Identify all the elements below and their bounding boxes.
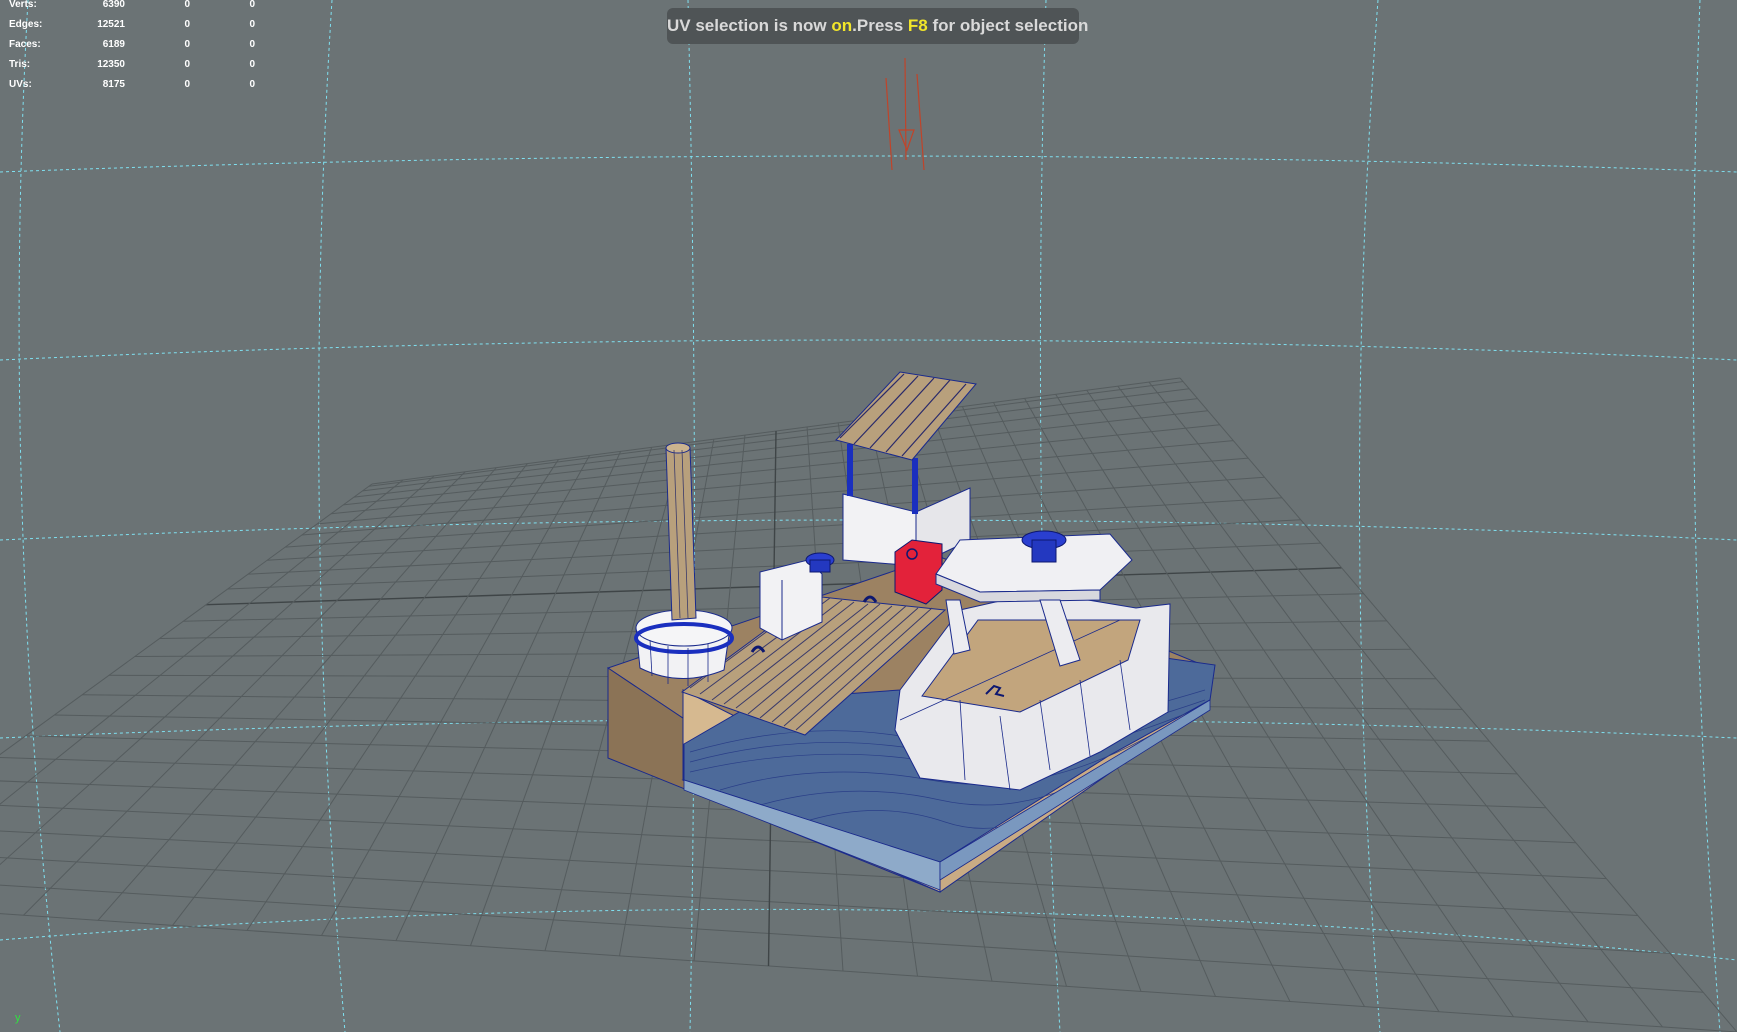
hud-value: 0 bbox=[249, 19, 255, 30]
poly-count-hud: Verts: 6390 0 0 Edges: 12521 0 0 Faces: … bbox=[0, 0, 270, 100]
hud-value: 0 bbox=[184, 39, 190, 50]
hud-value: 0 bbox=[249, 79, 255, 90]
hud-value: 0 bbox=[184, 79, 190, 90]
hud-label: Faces: bbox=[9, 39, 41, 50]
hud-label: Verts: bbox=[9, 0, 37, 10]
hud-row-tris: Tris: 12350 0 0 bbox=[0, 59, 270, 80]
hud-label: Tris: bbox=[9, 59, 31, 70]
toast-text: UV selection is now bbox=[667, 16, 832, 35]
hud-row-verts: Verts: 6390 0 0 bbox=[0, 0, 270, 20]
bollard-mesh[interactable] bbox=[805, 552, 835, 573]
toast-hotkey: F8 bbox=[907, 16, 928, 35]
hud-value: 0 bbox=[249, 59, 255, 70]
hud-label: UVs: bbox=[9, 79, 32, 90]
hud-value: 0 bbox=[249, 39, 255, 50]
hud-label: Edges: bbox=[9, 19, 43, 30]
toast-highlight-on: on bbox=[831, 16, 853, 35]
selected-fuel-can-mesh[interactable] bbox=[894, 539, 943, 605]
hud-value: 12350 bbox=[97, 59, 125, 70]
toast-text: .Press bbox=[852, 16, 908, 35]
uv-selection-toast: UV selection is now on.Press F8 for obje… bbox=[667, 8, 1088, 44]
toast-text: for object selection bbox=[927, 16, 1089, 35]
hud-value: 6390 bbox=[102, 0, 125, 10]
hud-value: 6189 bbox=[102, 39, 125, 50]
hud-value: 0 bbox=[184, 59, 190, 70]
hud-row-uvs: UVs: 8175 0 0 bbox=[0, 79, 270, 100]
hud-value: 12521 bbox=[97, 19, 125, 30]
3d-viewport[interactable] bbox=[0, 0, 1737, 1032]
axis-indicator-y: y bbox=[15, 1012, 21, 1024]
hud-value: 0 bbox=[184, 0, 190, 10]
hud-value: 8175 bbox=[102, 79, 125, 90]
hud-value: 0 bbox=[249, 0, 255, 10]
hud-row-edges: Edges: 12521 0 0 bbox=[0, 19, 270, 40]
hud-row-faces: Faces: 6189 0 0 bbox=[0, 39, 270, 60]
hud-value: 0 bbox=[184, 19, 190, 30]
